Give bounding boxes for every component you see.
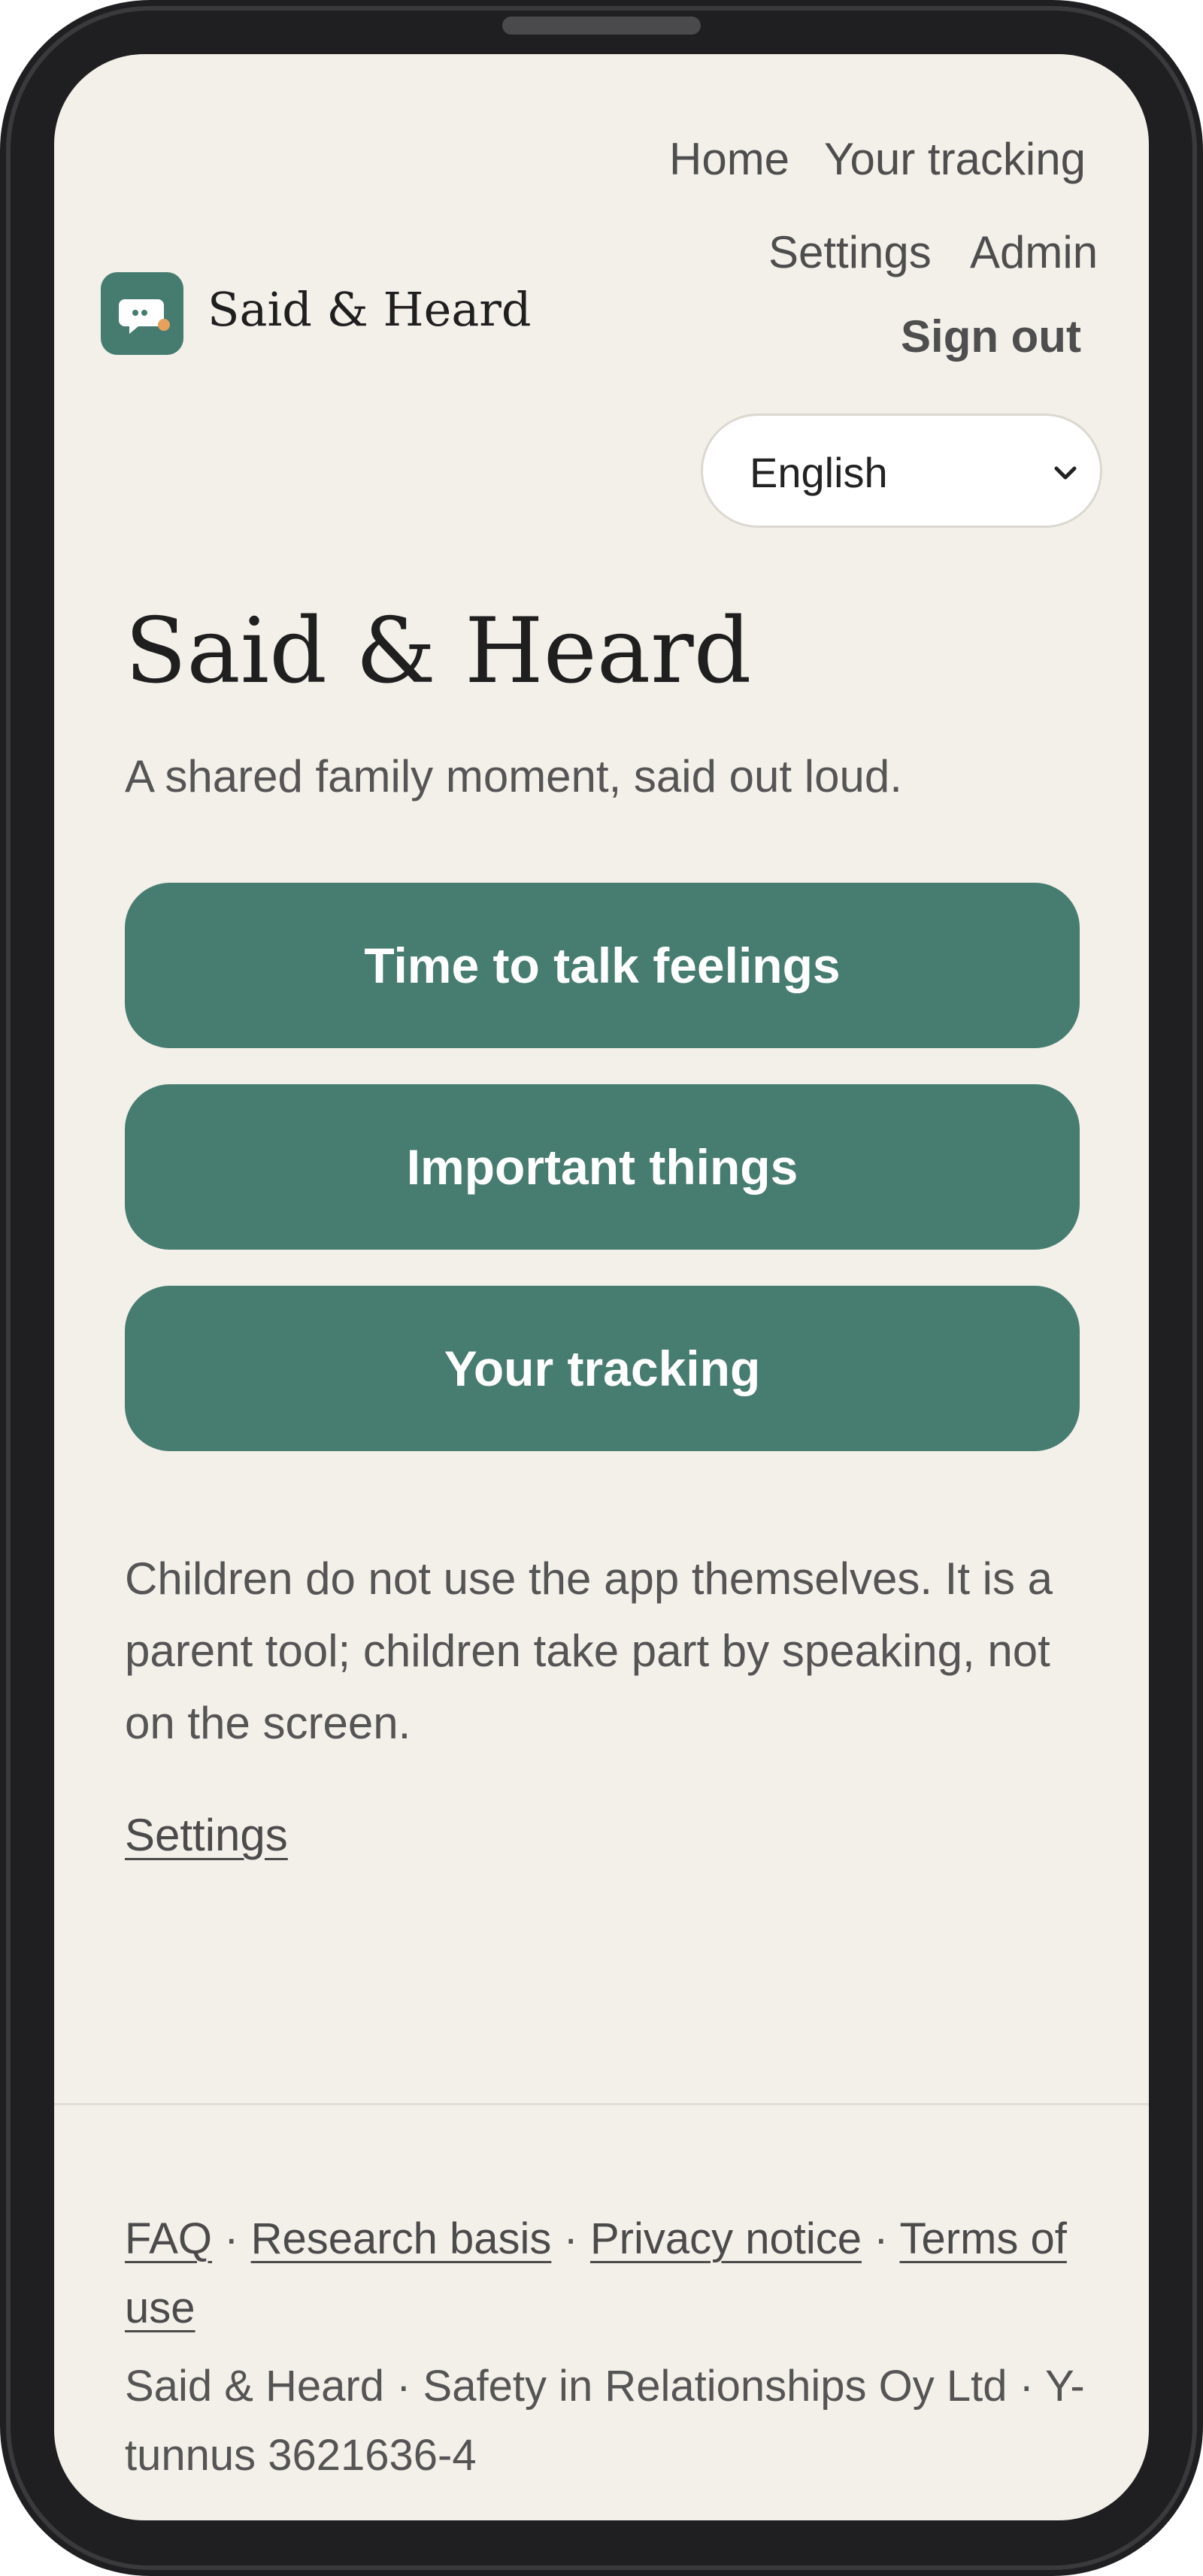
- page-title: Said & Heard: [125, 599, 752, 704]
- footer-separator: ·: [874, 2214, 889, 2263]
- footer-link-faq[interactable]: FAQ: [125, 2214, 212, 2263]
- footer-links: FAQ · Research basis · Privacy notice · …: [125, 2205, 1095, 2343]
- sign-out-button[interactable]: Sign out: [901, 310, 1081, 364]
- language-select[interactable]: English: [701, 414, 1102, 528]
- footer-link-privacy-notice[interactable]: Privacy notice: [590, 2214, 862, 2263]
- your-tracking-button[interactable]: Your tracking: [125, 1286, 1080, 1451]
- footer-company-info: Said & Heard · Safety in Relationships O…: [125, 2362, 1085, 2480]
- nav-your-tracking[interactable]: Your tracking: [824, 137, 1086, 182]
- parent-tool-note: Children do not use the app themselves. …: [125, 1553, 1053, 1748]
- brand-name[interactable]: Said & Heard: [208, 280, 532, 341]
- language-selected-value: English: [750, 449, 888, 496]
- chevron-down-icon: [1054, 466, 1077, 480]
- footer-divider: [54, 2103, 1149, 2105]
- settings-link[interactable]: Settings: [125, 1806, 288, 1865]
- nav-settings[interactable]: Settings: [768, 230, 932, 275]
- device-frame: Home Your tracking Settings Admin Said &…: [0, 0, 1203, 2576]
- speech-bubble-icon: [119, 299, 170, 334]
- app-screen: Home Your tracking Settings Admin Said &…: [54, 54, 1149, 2520]
- device-speaker: [502, 17, 701, 35]
- footer-separator: ·: [224, 2214, 239, 2263]
- nav-home[interactable]: Home: [669, 137, 789, 182]
- nav-admin[interactable]: Admin: [970, 230, 1098, 275]
- talk-feelings-button[interactable]: Time to talk feelings: [125, 883, 1080, 1048]
- important-things-button[interactable]: Important things: [125, 1084, 1080, 1250]
- footer-separator: ·: [563, 2214, 578, 2263]
- brand-logo[interactable]: [101, 272, 183, 355]
- footer-link-research-basis[interactable]: Research basis: [251, 2214, 552, 2263]
- page-subtitle: A shared family moment, said out loud.: [125, 751, 902, 802]
